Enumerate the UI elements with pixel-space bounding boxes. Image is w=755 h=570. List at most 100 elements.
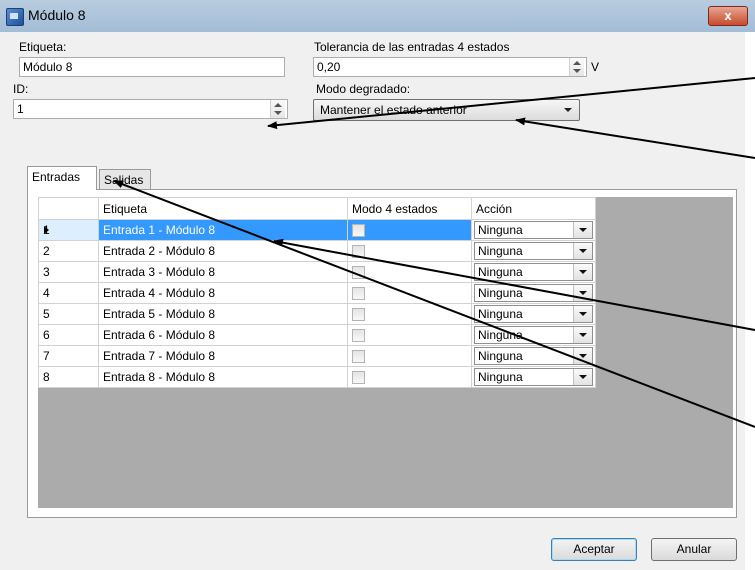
accion-select[interactable]: Ninguna	[474, 242, 593, 260]
column-header-modo4[interactable]: Modo 4 estados	[347, 197, 472, 220]
accion-cell: Ninguna	[471, 282, 596, 304]
entradas-grid: Etiqueta Modo 4 estados Acción 1 Entrada …	[38, 197, 596, 388]
modo4-cell	[347, 240, 472, 262]
etiqueta-cell[interactable]: Entrada 5 - Módulo 8	[98, 303, 348, 325]
row-number[interactable]: 8	[38, 366, 99, 388]
chevron-down-icon[interactable]	[573, 369, 592, 385]
row-number[interactable]: 2	[38, 240, 99, 262]
column-header-accion[interactable]: Acción	[471, 197, 596, 220]
table-row[interactable]: 7 Entrada 7 - Módulo 8 Ninguna	[38, 345, 596, 367]
accept-button[interactable]: Aceptar	[551, 538, 637, 561]
id-spinner-icon[interactable]	[270, 100, 285, 118]
table-row[interactable]: 2 Entrada 2 - Módulo 8 Ninguna	[38, 240, 596, 262]
table-row[interactable]: 5 Entrada 5 - Módulo 8 Ninguna	[38, 303, 596, 325]
table-row[interactable]: 3 Entrada 3 - Módulo 8 Ninguna	[38, 261, 596, 283]
row-number[interactable]: 1	[38, 219, 99, 241]
modo4-checkbox[interactable]	[352, 308, 365, 322]
table-row[interactable]: 6 Entrada 6 - Módulo 8 Ninguna	[38, 324, 596, 346]
accion-select[interactable]: Ninguna	[474, 221, 593, 239]
chevron-down-icon[interactable]	[573, 285, 592, 301]
accion-cell: Ninguna	[471, 240, 596, 262]
etiqueta-cell[interactable]: Entrada 7 - Módulo 8	[98, 345, 348, 367]
table-row[interactable]: 1 Entrada 1 - Módulo 8 Ninguna	[38, 219, 596, 241]
row-pointer-icon	[44, 226, 49, 234]
id-value: 1	[17, 102, 24, 116]
tolerancia-unit: V	[591, 60, 600, 74]
accion-select[interactable]: Ninguna	[474, 305, 593, 323]
accion-value: Ninguna	[478, 265, 523, 279]
accion-value: Ninguna	[478, 244, 523, 258]
accion-value: Ninguna	[478, 370, 523, 384]
etiqueta-cell[interactable]: Entrada 2 - Módulo 8	[98, 240, 348, 262]
row-number[interactable]: 6	[38, 324, 99, 346]
modo4-cell	[347, 303, 472, 325]
modo4-checkbox[interactable]	[352, 350, 365, 364]
row-number[interactable]: 5	[38, 303, 99, 325]
accion-value: Ninguna	[478, 328, 523, 342]
row-number-text: 7	[43, 349, 50, 363]
accion-select[interactable]: Ninguna	[474, 284, 593, 302]
etiqueta-label: Etiqueta:	[19, 40, 67, 54]
close-button[interactable]: x	[708, 6, 748, 26]
modo4-cell	[347, 261, 472, 283]
tolerancia-value: 0,20	[317, 60, 341, 74]
module-window-icon	[6, 8, 24, 26]
accion-cell: Ninguna	[471, 261, 596, 283]
accion-select[interactable]: Ninguna	[474, 368, 593, 386]
close-icon: x	[724, 8, 732, 23]
accion-cell: Ninguna	[471, 219, 596, 241]
etiqueta-cell[interactable]: Entrada 4 - Módulo 8	[98, 282, 348, 304]
chevron-down-icon[interactable]	[573, 243, 592, 259]
tolerancia-input[interactable]: 0,20	[313, 57, 587, 77]
cancel-button[interactable]: Anular	[651, 538, 737, 561]
etiqueta-input[interactable]: Módulo 8	[19, 57, 285, 77]
title-bar: Módulo 8 x	[0, 0, 755, 32]
table-row[interactable]: 8 Entrada 8 - Módulo 8 Ninguna	[38, 366, 596, 388]
window-title: Módulo 8	[28, 7, 86, 23]
tab-entradas[interactable]: Entradas	[27, 166, 97, 190]
tolerancia-spinner-icon[interactable]	[569, 58, 584, 76]
accion-cell: Ninguna	[471, 303, 596, 325]
modo-degradado-select[interactable]: Mantener el estado anterior	[313, 99, 580, 121]
modo-degradado-label: Modo degradado:	[316, 82, 411, 96]
chevron-down-icon[interactable]	[573, 306, 592, 322]
accion-select[interactable]: Ninguna	[474, 326, 593, 344]
etiqueta-cell[interactable]: Entrada 3 - Módulo 8	[98, 261, 348, 283]
etiqueta-cell[interactable]: Entrada 1 - Módulo 8	[98, 219, 348, 241]
chevron-down-icon[interactable]	[573, 327, 592, 343]
id-label: ID:	[13, 82, 29, 96]
row-number-text: 5	[43, 307, 50, 321]
table-row[interactable]: 4 Entrada 4 - Módulo 8 Ninguna	[38, 282, 596, 304]
column-header-etiqueta[interactable]: Etiqueta	[98, 197, 348, 220]
accion-cell: Ninguna	[471, 345, 596, 367]
etiqueta-cell[interactable]: Entrada 8 - Módulo 8	[98, 366, 348, 388]
row-number-text: 3	[43, 265, 50, 279]
row-number-text: 6	[43, 328, 50, 342]
accion-value: Ninguna	[478, 286, 523, 300]
modo4-checkbox[interactable]	[352, 266, 365, 280]
tolerancia-label: Tolerancia de las entradas 4 estados	[314, 40, 510, 54]
chevron-down-icon[interactable]	[573, 222, 592, 238]
modo4-cell	[347, 324, 472, 346]
modo4-cell	[347, 219, 472, 241]
accion-cell: Ninguna	[471, 324, 596, 346]
chevron-down-icon[interactable]	[573, 264, 592, 280]
accion-select[interactable]: Ninguna	[474, 263, 593, 281]
row-number-text: 8	[43, 370, 50, 384]
modo4-checkbox[interactable]	[352, 371, 365, 385]
etiqueta-cell[interactable]: Entrada 6 - Módulo 8	[98, 324, 348, 346]
modo4-checkbox[interactable]	[352, 245, 365, 259]
modo4-checkbox[interactable]	[352, 224, 365, 238]
row-number[interactable]: 4	[38, 282, 99, 304]
row-number-text: 4	[43, 286, 50, 300]
dialog-window: Módulo 8 x Etiqueta: Módulo 8 Tolerancia…	[0, 0, 755, 570]
row-number[interactable]: 3	[38, 261, 99, 283]
row-header-corner	[38, 197, 99, 220]
row-number[interactable]: 7	[38, 345, 99, 367]
id-input[interactable]: 1	[13, 99, 288, 119]
tab-salidas[interactable]: Salidas	[99, 169, 151, 191]
chevron-down-icon[interactable]	[573, 348, 592, 364]
modo4-checkbox[interactable]	[352, 287, 365, 301]
modo4-checkbox[interactable]	[352, 329, 365, 343]
accion-select[interactable]: Ninguna	[474, 347, 593, 365]
